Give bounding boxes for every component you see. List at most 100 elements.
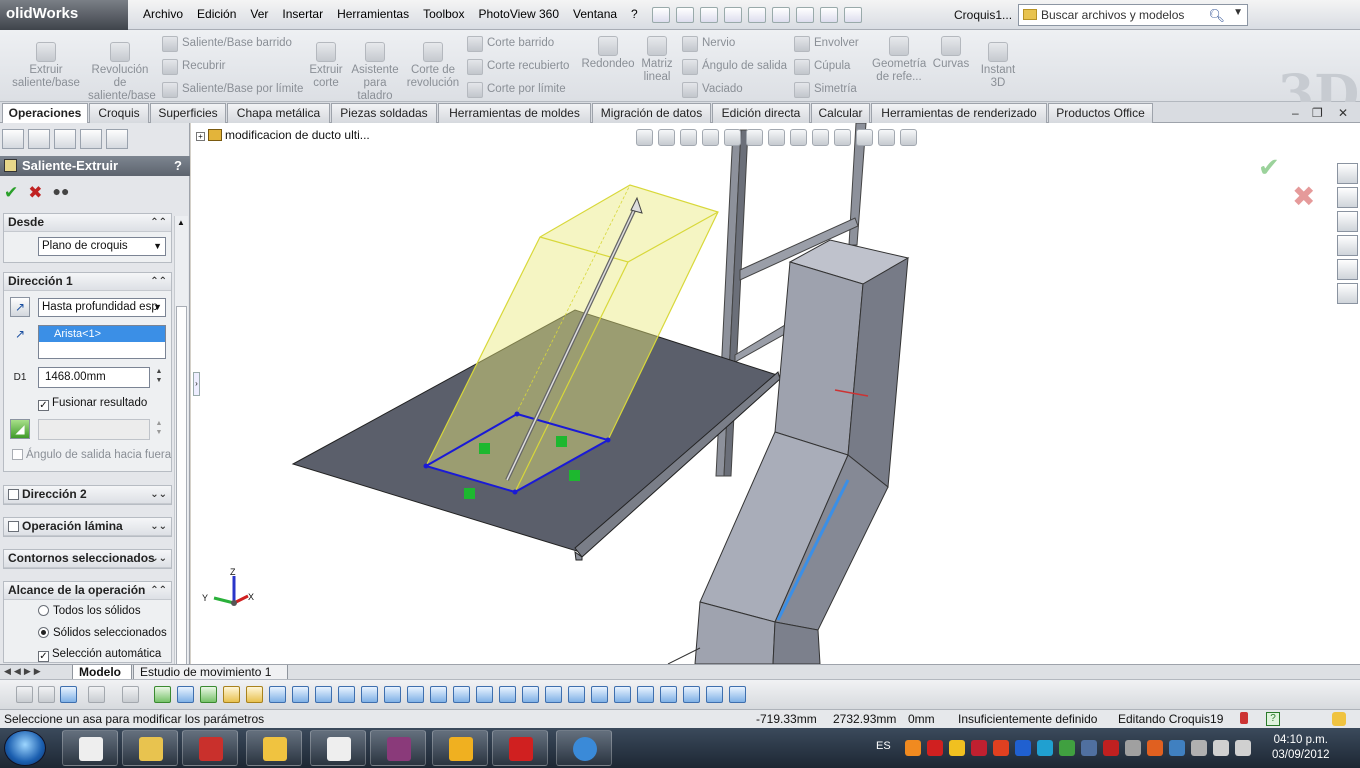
arc-icon[interactable] [246, 686, 263, 703]
tab-modelo[interactable]: Modelo [72, 665, 132, 680]
tab-renderizado[interactable]: Herramientas de renderizado [871, 103, 1047, 123]
redondeo-button[interactable]: Redondeo [580, 36, 636, 71]
tab-superficies[interactable]: Superficies [150, 103, 226, 123]
new-icon[interactable] [652, 7, 670, 23]
tab-chapa-metalica[interactable]: Chapa metálica [227, 103, 330, 123]
tray-icon[interactable] [905, 740, 921, 756]
file-explorer-icon[interactable] [1337, 211, 1358, 232]
speaker-icon[interactable] [1235, 740, 1251, 756]
asistente-taladro-button[interactable]: Asistente para taladro [350, 42, 400, 103]
circle-icon[interactable] [223, 686, 240, 703]
expand-icon[interactable]: ⌄⌄ [150, 550, 167, 567]
menu-ventana[interactable]: Ventana [566, 7, 624, 21]
app-logo[interactable]: olidWorks [0, 0, 128, 30]
realview-icon[interactable] [856, 129, 873, 146]
select-icon[interactable] [772, 7, 790, 23]
cancel-icon[interactable]: ✖ [28, 183, 42, 203]
tray-icon[interactable] [949, 740, 965, 756]
dimxpert-icon[interactable] [80, 129, 102, 149]
saliente-barrido-button[interactable]: Saliente/Base barrido [162, 35, 292, 52]
move-icon[interactable] [430, 686, 447, 703]
menu-edicion[interactable]: Edición [190, 7, 243, 21]
taskbar-solidworks[interactable] [492, 730, 548, 766]
reverse-direction-icon[interactable]: ↗ [10, 297, 30, 317]
display-relations-icon[interactable] [660, 686, 677, 703]
scrollbar-thumb[interactable] [176, 306, 187, 726]
menu-help[interactable]: ? [624, 7, 645, 21]
confirm-cancel-icon[interactable]: ✖ [1292, 180, 1315, 213]
select-pointer-icon[interactable] [88, 686, 105, 703]
menu-archivo[interactable]: Archivo [136, 7, 190, 21]
extruir-corte-button[interactable]: Extruir corte [306, 42, 346, 90]
search-icon[interactable]: 🔍︎ [1208, 8, 1225, 24]
home-icon[interactable] [1337, 163, 1358, 184]
filter-faces-icon[interactable] [60, 686, 77, 703]
view-settings-icon[interactable] [834, 129, 851, 146]
direccion2-checkbox[interactable] [8, 489, 19, 500]
chevron-down-icon[interactable]: ▼ [1233, 7, 1243, 18]
help-icon[interactable]: ? [1266, 712, 1280, 726]
tab-herramientas-moldes[interactable]: Herramientas de moldes [438, 103, 591, 123]
tray-icon[interactable] [1147, 740, 1163, 756]
tray-icon[interactable] [1059, 740, 1075, 756]
sketch-line-icon[interactable] [154, 686, 171, 703]
tab-croquis[interactable]: Croquis [89, 103, 149, 123]
select-other-icon[interactable] [122, 686, 139, 703]
taskbar-explorer[interactable] [122, 730, 178, 766]
tray-icon[interactable] [993, 740, 1009, 756]
tag-icon[interactable] [1332, 712, 1346, 726]
tab-edicion-directa[interactable]: Edición directa [712, 103, 810, 123]
list-item[interactable]: Arista<1> [39, 326, 165, 342]
section-contornos-header[interactable]: Contornos seleccionados ⌄⌄ [4, 550, 171, 568]
minimize-doc-button[interactable]: – [1292, 106, 1299, 120]
operacion-lamina-checkbox[interactable] [8, 521, 19, 532]
checkbox-checked-icon[interactable]: ✓ [38, 400, 49, 411]
recubrir-button[interactable]: Recubrir [162, 58, 225, 75]
tab-operaciones[interactable]: Operaciones [2, 103, 88, 124]
taskbar-app-1[interactable] [62, 730, 118, 766]
tab-productos-office[interactable]: Productos Office [1048, 103, 1153, 123]
model-view[interactable] [200, 123, 1360, 664]
apply-scene-icon[interactable] [812, 129, 829, 146]
file-properties-icon[interactable] [820, 7, 838, 23]
scroll-up-icon[interactable]: ▲ [177, 218, 185, 227]
section-direccion1-header[interactable]: Dirección 1 ⌃⌃ [4, 273, 171, 291]
tab-piezas-soldadas[interactable]: Piezas soldadas [331, 103, 437, 123]
previous-view-icon[interactable] [680, 129, 697, 146]
direction-reference-list[interactable]: Arista<1> [38, 325, 166, 359]
linear-sketch-pattern-icon[interactable] [522, 686, 539, 703]
collapse-icon[interactable]: ⌃⌃ [150, 214, 167, 231]
flyout-tree-item[interactable]: + modificacion de ducto ulti... [196, 128, 370, 142]
menu-photoview[interactable]: PhotoView 360 [471, 7, 566, 21]
draft-spinner[interactable]: ▲ ▼ [153, 419, 165, 437]
point-icon[interactable] [292, 686, 309, 703]
ambient-occlusion-icon[interactable] [900, 129, 917, 146]
expand-icon[interactable]: ⌄⌄ [150, 518, 167, 535]
cupula-button[interactable]: Cúpula [794, 58, 850, 75]
matriz-lineal-button[interactable]: Matriz lineal [638, 36, 676, 84]
menu-toolbox[interactable]: Toolbox [416, 7, 471, 21]
restore-doc-button[interactable]: ❐ [1312, 106, 1323, 120]
options-icon[interactable] [844, 7, 862, 23]
expand-icon[interactable]: ⌄⌄ [150, 486, 167, 503]
scale-icon[interactable] [476, 686, 493, 703]
tray-icon[interactable] [1081, 740, 1097, 756]
collapse-icon[interactable]: ⌃⌃ [150, 582, 167, 599]
confirm-ok-icon[interactable]: ✔ [1258, 152, 1280, 183]
print-icon[interactable] [724, 7, 742, 23]
saliente-limite-button[interactable]: Saliente/Base por límite [162, 81, 303, 98]
taskbar-outlook[interactable] [246, 730, 302, 766]
custom-properties-icon[interactable] [1337, 283, 1358, 304]
tray-icon[interactable] [1169, 740, 1185, 756]
taskbar-app-7[interactable] [432, 730, 488, 766]
section-operacion-lamina-header[interactable]: Operación lámina ⌄⌄ [4, 518, 171, 536]
solidos-seleccionados-radio[interactable]: Sólidos seleccionados [38, 627, 167, 639]
zoom-area-icon[interactable] [658, 129, 675, 146]
end-condition-select[interactable]: Hasta profundidad esp ▼ [38, 298, 166, 317]
view-palette-icon[interactable] [1337, 235, 1358, 256]
corte-recubierto-button[interactable]: Corte recubierto [467, 58, 569, 75]
hide-show-icon[interactable] [768, 129, 785, 146]
tab-calcular[interactable]: Calcular [811, 103, 870, 123]
feature-manager-icon[interactable] [2, 129, 24, 149]
section-alcance-header[interactable]: Alcance de la operación ⌃⌃ [4, 582, 171, 600]
